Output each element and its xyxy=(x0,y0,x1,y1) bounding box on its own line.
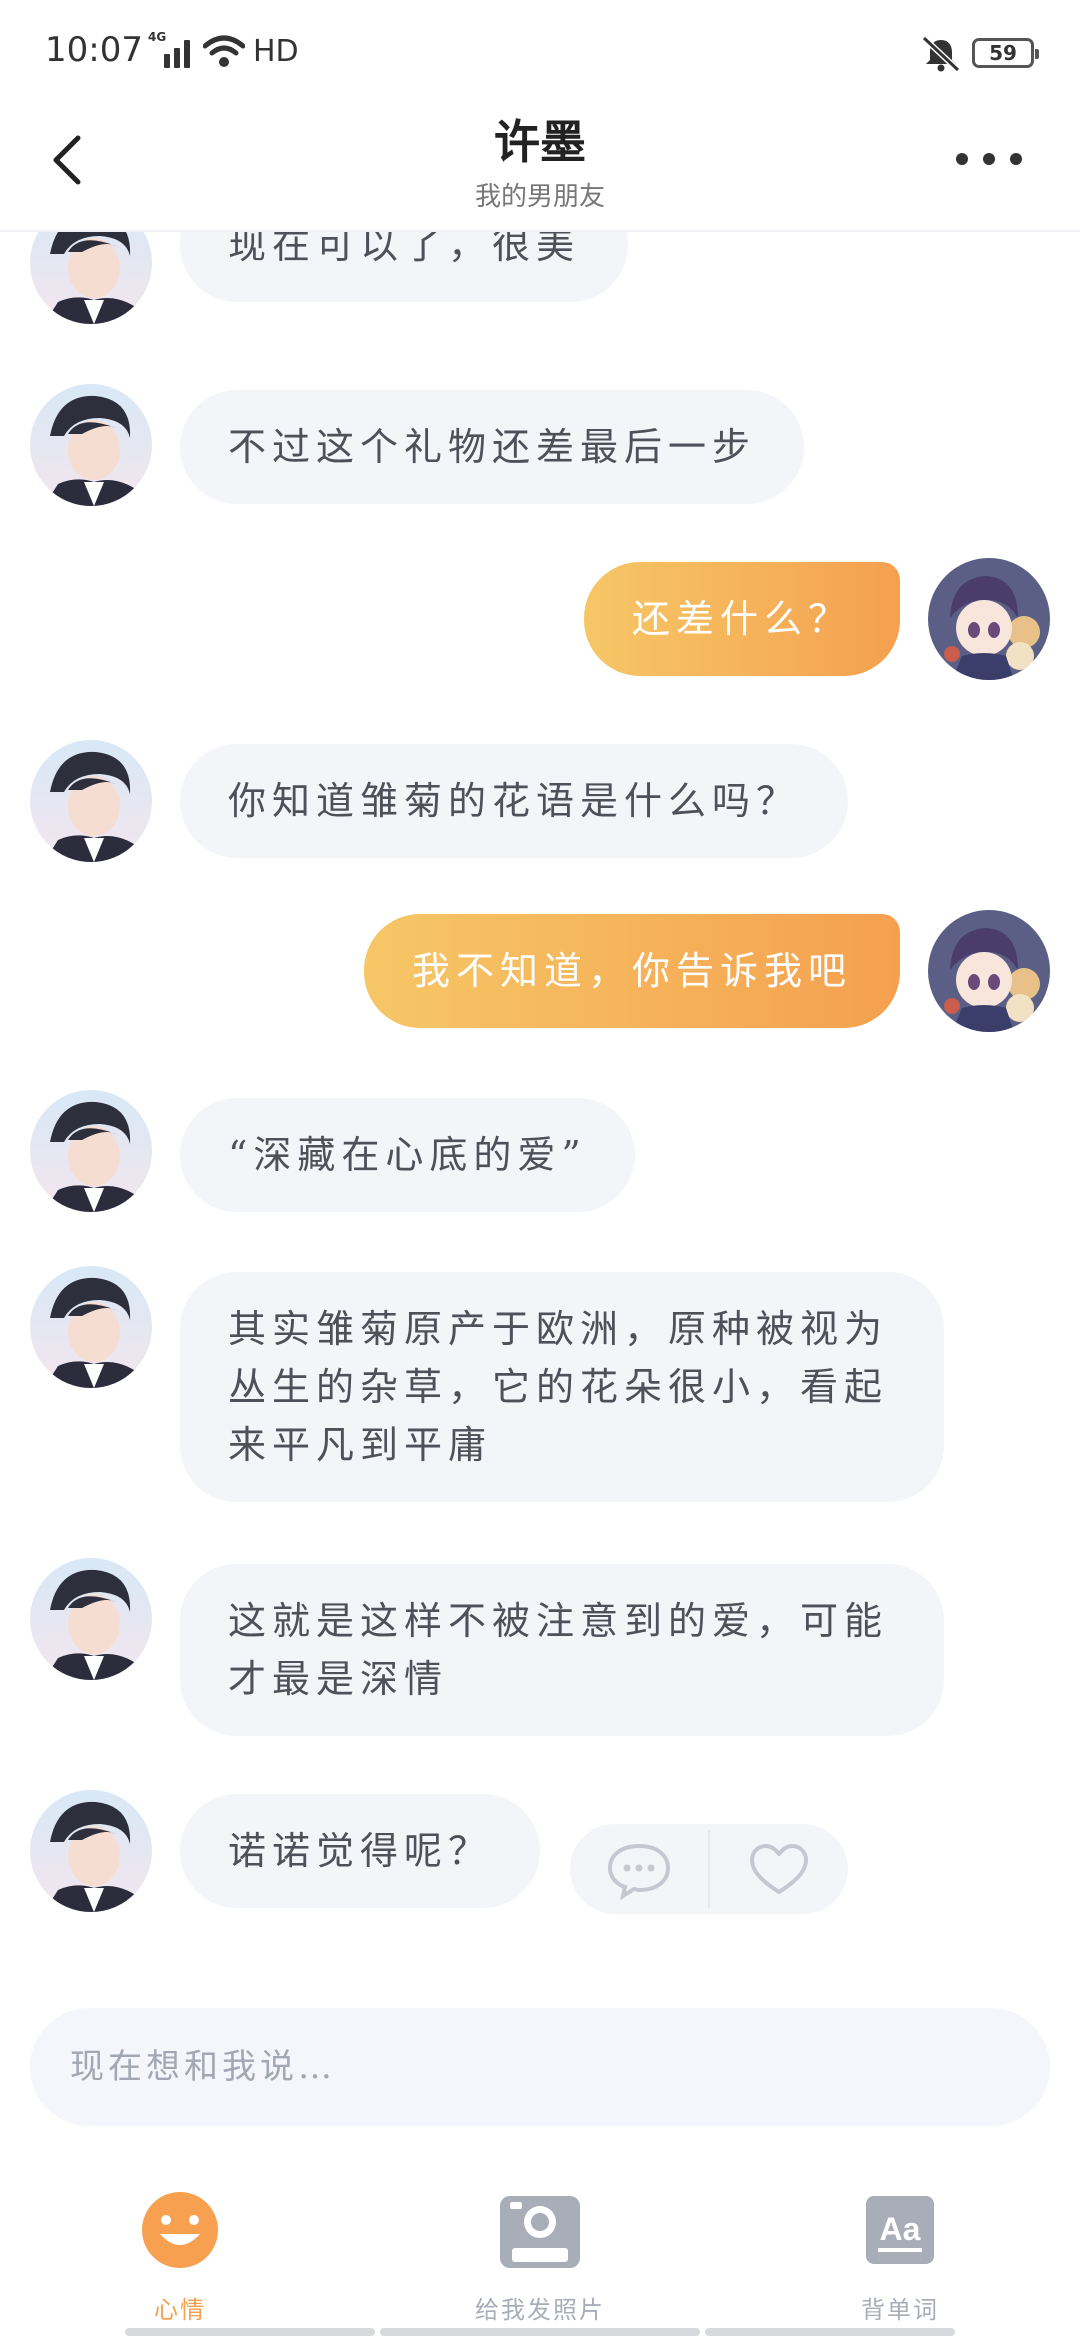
boyfriend-avatar[interactable] xyxy=(30,740,152,862)
message-text: 现在可以了，很美 xyxy=(228,232,581,267)
dot-icon xyxy=(983,153,995,165)
message-bubble[interactable]: 其实雏菊原产于欧洲，原种被视为丛生的杂草，它的花朵很小，看起来平凡到平庸 xyxy=(180,1272,944,1502)
network-type: 4G xyxy=(148,30,167,44)
my-message-bubble[interactable]: 还差什么？ xyxy=(583,562,900,676)
message-text: 不过这个礼物还差最后一步 xyxy=(228,425,757,469)
boyfriend-avatar[interactable] xyxy=(30,1090,152,1212)
battery-indicator: 59 xyxy=(972,38,1039,68)
contact-relation: 我的男朋友 xyxy=(474,182,605,212)
chat-messages[interactable]: 现在可以了，很美 不过这个礼物还差最后一步 还差什么？ 你知道雏菊的花语是什么吗… xyxy=(0,232,1080,1972)
nav-label: 给我发照片 xyxy=(475,2296,605,2324)
nav-underline xyxy=(125,2328,375,2336)
message-text: 你知道雏菊的花语是什么吗？ xyxy=(228,779,801,823)
message-bubble[interactable]: 不过这个礼物还差最后一步 xyxy=(180,390,805,504)
boyfriend-avatar[interactable] xyxy=(30,1266,152,1388)
message-bubble[interactable]: 这就是这样不被注意到的爱，可能才最是深情 xyxy=(180,1564,944,1736)
status-time: 10:07 xyxy=(45,30,143,70)
message-text: 还差什么？ xyxy=(631,597,852,641)
message-text: 其实雏菊原产于欧洲，原种被视为丛生的杂草，它的花朵很小，看起来平凡到平庸 xyxy=(228,1307,889,1467)
nav-underline xyxy=(705,2328,955,2336)
message-text: 诺诺觉得呢？ xyxy=(228,1829,493,1873)
heart-icon xyxy=(750,1844,808,1894)
font-icon: Aa xyxy=(866,2196,934,2264)
comment-button[interactable] xyxy=(570,1824,708,1914)
nav-send-photo[interactable]: 给我发照片 xyxy=(450,2180,630,2330)
message-bubble[interactable]: 你知道雏菊的花语是什么吗？ xyxy=(180,744,849,858)
mute-icon xyxy=(921,35,961,72)
smiley-icon xyxy=(142,2192,218,2268)
hd-indicator: HD xyxy=(253,34,299,69)
boyfriend-avatar[interactable] xyxy=(30,232,152,324)
nav-underline xyxy=(380,2328,700,2336)
like-button[interactable] xyxy=(710,1824,848,1914)
message-text: “深藏在心底的爱” xyxy=(228,1133,587,1177)
svg-text:Aa: Aa xyxy=(880,2211,921,2247)
cellular-signal-icon: 4G xyxy=(148,30,196,68)
nav-label: 心情 xyxy=(154,2296,206,2324)
nav-mood[interactable]: 心情 xyxy=(100,2180,260,2330)
message-text: 这就是这样不被注意到的爱，可能才最是深情 xyxy=(228,1599,889,1701)
boyfriend-avatar[interactable] xyxy=(30,384,152,506)
more-options-button[interactable] xyxy=(948,138,1030,178)
contact-name: 许墨 xyxy=(494,115,586,169)
my-avatar[interactable] xyxy=(928,910,1050,1032)
message-bubble[interactable]: 现在可以了，很美 xyxy=(180,232,629,302)
dot-icon xyxy=(1010,153,1022,165)
boyfriend-avatar[interactable] xyxy=(30,1558,152,1680)
my-avatar[interactable] xyxy=(928,558,1050,680)
my-message-bubble[interactable]: 我不知道，你告诉我吧 xyxy=(363,914,900,1028)
dot-icon xyxy=(956,153,968,165)
message-text: 我不知道，你告诉我吧 xyxy=(411,949,852,993)
status-bar: 10:07 4G HD 59 xyxy=(0,0,1080,110)
camera-icon xyxy=(500,2196,580,2268)
bottom-nav: 心情 给我发照片 Aa 背单词 xyxy=(0,2160,1080,2340)
boyfriend-avatar[interactable] xyxy=(30,1790,152,1912)
message-actions xyxy=(570,1824,848,1914)
message-input-wrapper[interactable] xyxy=(30,2008,1050,2126)
message-bubble[interactable]: “深藏在心底的爱” xyxy=(180,1098,635,1212)
message-input[interactable] xyxy=(70,2008,1010,2126)
chat-header: 许墨 我的男朋友 xyxy=(0,100,1080,232)
wifi-icon xyxy=(203,35,245,67)
nav-label: 背单词 xyxy=(861,2296,939,2324)
comment-icon xyxy=(607,1843,671,1901)
message-bubble[interactable]: 诺诺觉得呢？ xyxy=(180,1794,541,1908)
nav-vocabulary[interactable]: Aa 背单词 xyxy=(820,2180,980,2330)
